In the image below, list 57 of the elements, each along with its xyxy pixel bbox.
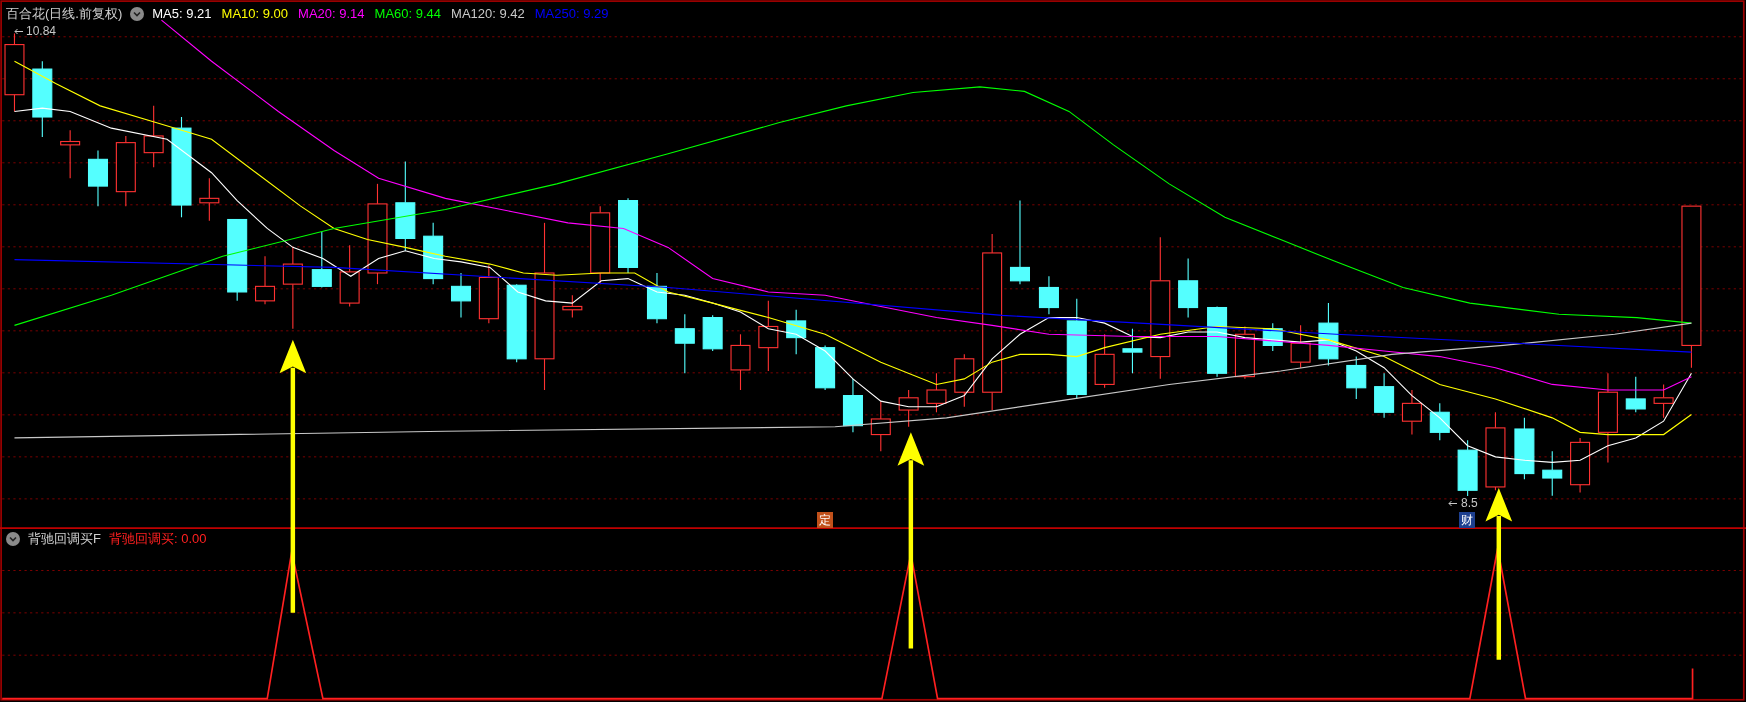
candlestick bbox=[1094, 333, 1115, 389]
candlestick bbox=[1262, 322, 1283, 352]
moving-average-label: MA60: 9.44 bbox=[374, 5, 442, 23]
candlestick bbox=[646, 272, 667, 324]
candlestick bbox=[255, 255, 276, 305]
indicator-title: 背驰回调买F bbox=[28, 530, 101, 548]
candlestick bbox=[898, 389, 919, 428]
candlestick bbox=[1374, 372, 1395, 419]
candlestick bbox=[758, 300, 779, 372]
event-marker[interactable]: 财 bbox=[1459, 512, 1475, 528]
low-price-label: 8.5 bbox=[1460, 496, 1479, 510]
candlestick bbox=[311, 231, 332, 289]
moving-average-label: MA10: 9.00 bbox=[221, 5, 289, 23]
candlestick bbox=[1122, 328, 1143, 374]
candlestick bbox=[1625, 376, 1646, 413]
candlestick bbox=[143, 105, 164, 168]
moving-average-label: MA120: 9.42 bbox=[451, 5, 525, 23]
candlestick bbox=[926, 372, 947, 413]
candlestick bbox=[1401, 389, 1422, 436]
candlestick bbox=[115, 135, 136, 207]
chart-title: 百合花(日线.前复权) bbox=[6, 5, 123, 23]
candlestick bbox=[1178, 257, 1199, 319]
candlestick bbox=[870, 400, 891, 452]
arrow-icon bbox=[1448, 499, 1457, 507]
event-marker[interactable]: 定 bbox=[817, 512, 833, 528]
candlestick bbox=[815, 344, 836, 391]
candlestick bbox=[1234, 325, 1255, 380]
moving-average-label: MA250: 9.29 bbox=[534, 5, 609, 23]
candlestick bbox=[730, 333, 751, 391]
candlestick bbox=[60, 129, 81, 179]
candlestick bbox=[450, 272, 471, 319]
candlestick bbox=[1514, 417, 1535, 480]
arrow-icon bbox=[14, 27, 23, 35]
candlestick bbox=[1038, 275, 1059, 315]
dropdown-icon[interactable] bbox=[130, 6, 145, 21]
moving-average-label: MA20: 9.14 bbox=[298, 5, 365, 23]
candlestick bbox=[674, 313, 695, 374]
candlestick bbox=[786, 309, 807, 355]
candlestick bbox=[87, 149, 108, 207]
candlestick bbox=[562, 294, 583, 319]
moving-average-label: MA5: 9.21 bbox=[152, 5, 212, 23]
candlestick bbox=[1653, 383, 1674, 419]
dropdown-icon[interactable] bbox=[6, 531, 20, 546]
candlestick bbox=[199, 177, 220, 222]
candlestick bbox=[702, 314, 723, 352]
candlestick bbox=[339, 244, 360, 307]
candlestick bbox=[1429, 402, 1450, 441]
candlestick bbox=[1346, 356, 1367, 400]
candlestick bbox=[954, 353, 975, 408]
candlestick bbox=[478, 264, 499, 324]
candlestick bbox=[1542, 450, 1563, 497]
candlestick bbox=[423, 222, 444, 285]
high-price-label: 10.84 bbox=[26, 23, 57, 40]
candlestick bbox=[1570, 437, 1591, 494]
indicator-value: 背驰回调买: 0.00 bbox=[108, 530, 207, 548]
candlestick bbox=[1290, 324, 1311, 369]
candlestick bbox=[842, 378, 863, 433]
